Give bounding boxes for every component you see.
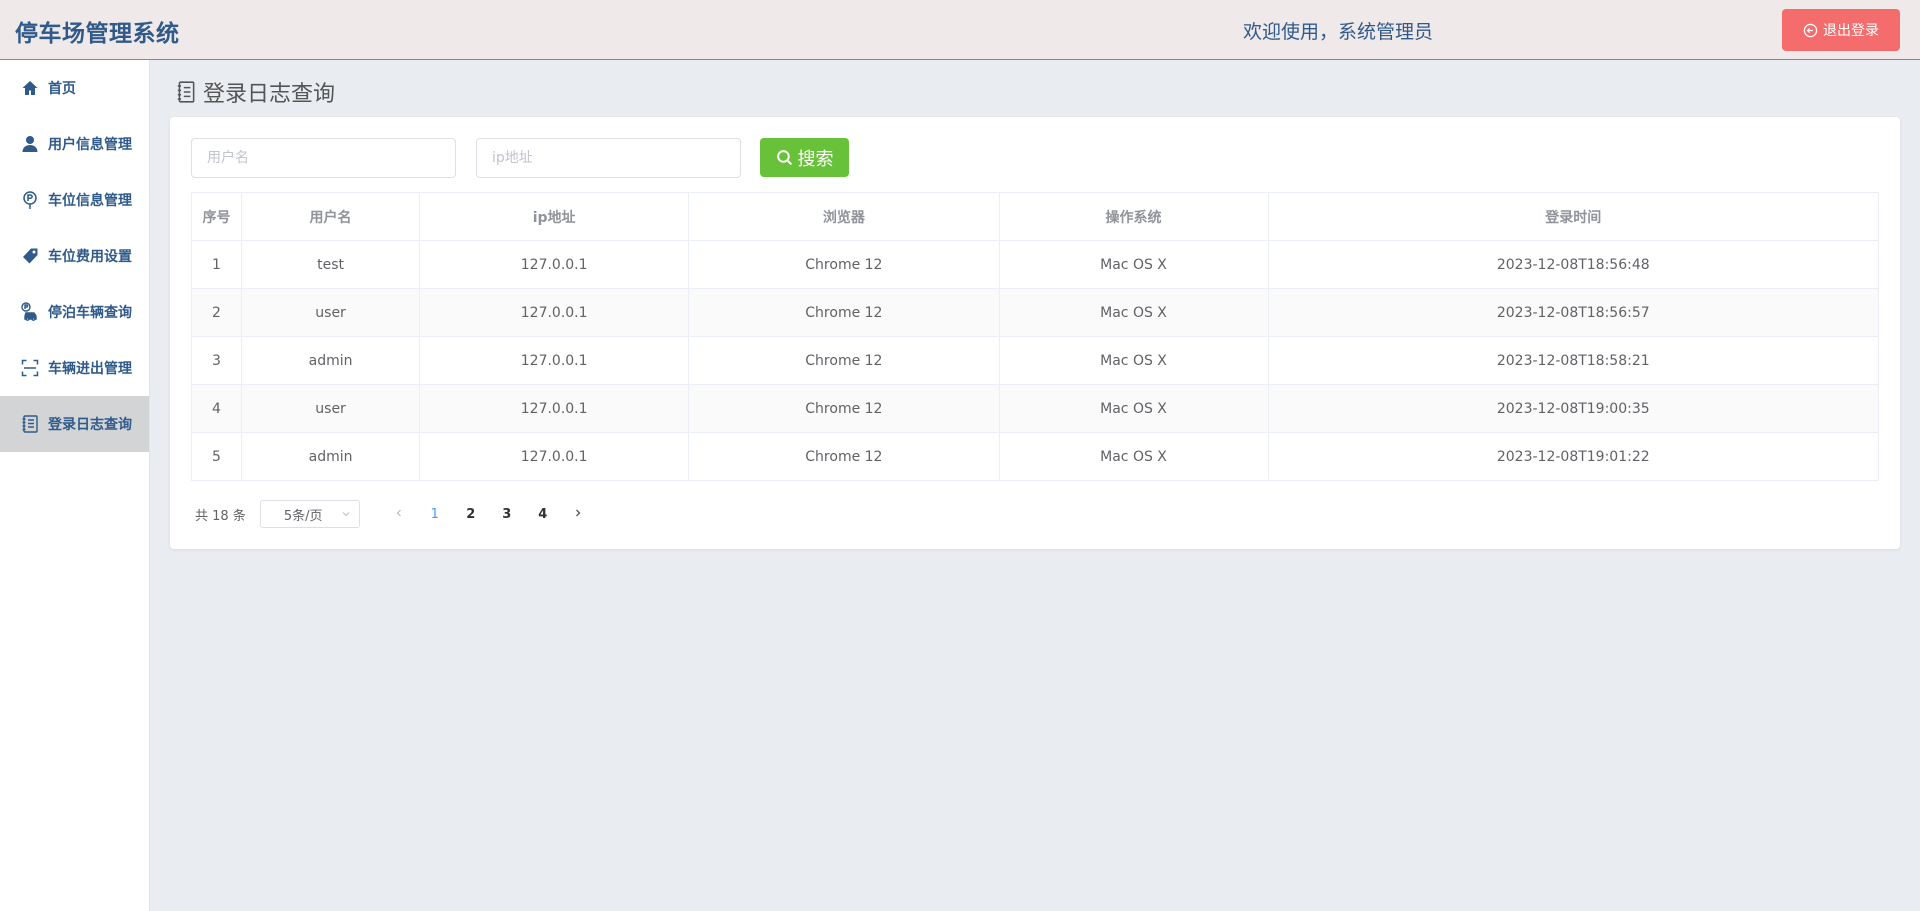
cell-login-time: 2023-12-08T19:01:22	[1267, 432, 1880, 481]
sidebar-item-home[interactable]: 首页	[0, 60, 149, 116]
cell-username: admin	[240, 432, 421, 481]
next-page-button[interactable]	[561, 506, 596, 522]
username-search-input[interactable]	[191, 138, 456, 178]
home-icon	[22, 81, 38, 95]
column-header-os[interactable]: 操作系统	[998, 192, 1269, 241]
sidebar-item-parking-space-management[interactable]: 车位信息管理	[0, 172, 149, 228]
sidebar-item-parked-vehicles[interactable]: 停泊车辆查询	[0, 284, 149, 340]
parked-car-icon	[21, 302, 37, 321]
column-header-ip[interactable]: ip地址	[419, 192, 690, 241]
page-size-value: 5条/页	[283, 508, 323, 524]
table-header-row: 序号 用户名 ip地址 浏览器 操作系统 登录时间	[191, 192, 1880, 241]
cell-ip: 127.0.0.1	[419, 288, 690, 337]
cell-login-time: 2023-12-08T18:56:48	[1267, 240, 1880, 289]
cell-os: Mac OS X	[998, 384, 1269, 433]
cell-index: 4	[191, 384, 242, 433]
cell-ip: 127.0.0.1	[419, 432, 690, 481]
cell-ip: 127.0.0.1	[419, 384, 690, 433]
price-tag-icon	[23, 248, 38, 264]
page-number-4[interactable]: 4	[525, 507, 561, 522]
table-row[interactable]: 4 user 127.0.0.1 Chrome 12 Mac OS X 2023…	[191, 384, 1880, 433]
cell-index: 1	[191, 240, 242, 289]
cell-index: 3	[191, 336, 242, 385]
welcome-text: 欢迎使用，系统管理员	[1243, 21, 1434, 43]
sidebar-item-fee-settings[interactable]: 车位费用设置	[0, 228, 149, 284]
cell-os: Mac OS X	[998, 336, 1269, 385]
cell-os: Mac OS X	[998, 240, 1269, 289]
cell-browser: Chrome 12	[688, 384, 1000, 433]
sidebar-item-vehicle-entry-exit[interactable]: 车辆进出管理	[0, 340, 149, 396]
cell-index: 5	[191, 432, 242, 481]
page-size-select[interactable]: 5条/页	[259, 500, 360, 528]
logout-button[interactable]: 退出登录	[1782, 9, 1900, 51]
page-title: 登录日志查询	[175, 76, 335, 108]
sidebar-item-label: 车辆进出管理	[48, 361, 132, 377]
cell-browser: Chrome 12	[688, 240, 1000, 289]
page-title-text: 登录日志查询	[203, 82, 336, 107]
search-button-label: 搜索	[797, 148, 834, 170]
column-header-username[interactable]: 用户名	[240, 192, 421, 241]
sidebar-item-label: 首页	[48, 81, 76, 97]
scan-icon	[21, 359, 39, 377]
notebook-icon	[22, 415, 38, 433]
sidebar-item-label: 车位费用设置	[48, 249, 132, 265]
cell-os: Mac OS X	[998, 432, 1269, 481]
page-number-1[interactable]: 1	[417, 507, 453, 522]
chevron-left-icon	[396, 509, 402, 517]
cell-login-time: 2023-12-08T19:00:35	[1267, 384, 1880, 433]
sidebar-item-login-logs[interactable]: 登录日志查询	[0, 396, 149, 452]
content-card: 搜索 序号 用户名 ip地址 浏览器 操作系统 登录时间 1 test 127.…	[170, 117, 1900, 549]
prev-page-button[interactable]	[382, 506, 417, 522]
page-number-3[interactable]: 3	[489, 507, 525, 522]
cell-username: user	[240, 288, 421, 337]
cell-username: user	[240, 384, 421, 433]
sidebar-item-user-management[interactable]: 用户信息管理	[0, 116, 149, 172]
top-header: 停车场管理系统 欢迎使用，系统管理员 退出登录	[0, 0, 1920, 60]
cell-os: Mac OS X	[998, 288, 1269, 337]
cell-username: test	[240, 240, 421, 289]
column-header-browser[interactable]: 浏览器	[688, 192, 1000, 241]
app-title: 停车场管理系统	[15, 21, 180, 47]
cell-index: 2	[191, 288, 242, 337]
chevron-right-icon	[576, 509, 581, 517]
chevron-down-icon	[342, 512, 350, 517]
table-row[interactable]: 2 user 127.0.0.1 Chrome 12 Mac OS X 2023…	[191, 288, 1880, 337]
cell-login-time: 2023-12-08T18:56:57	[1267, 288, 1880, 337]
parking-icon	[23, 191, 37, 209]
page-number-2[interactable]: 2	[453, 507, 489, 522]
cell-username: admin	[240, 336, 421, 385]
pagination-total: 共 18 条	[195, 508, 246, 524]
logout-label: 退出登录	[1823, 23, 1879, 39]
cell-ip: 127.0.0.1	[419, 336, 690, 385]
sidebar: 首页 用户信息管理 车位信息管理 车位费用设置 停泊车辆查询 车辆进出管理 登录…	[0, 60, 150, 911]
cell-ip: 127.0.0.1	[419, 240, 690, 289]
logout-icon	[1803, 23, 1818, 37]
sidebar-item-label: 车位信息管理	[48, 193, 132, 209]
column-header-login-time[interactable]: 登录时间	[1267, 192, 1880, 241]
search-icon	[776, 150, 792, 166]
login-log-table: 序号 用户名 ip地址 浏览器 操作系统 登录时间 1 test 127.0.0…	[191, 192, 1880, 481]
table-row[interactable]: 3 admin 127.0.0.1 Chrome 12 Mac OS X 202…	[191, 336, 1880, 385]
table-row[interactable]: 5 admin 127.0.0.1 Chrome 12 Mac OS X 202…	[191, 432, 1880, 481]
cell-browser: Chrome 12	[688, 336, 1000, 385]
cell-browser: Chrome 12	[688, 288, 1000, 337]
pagination: 共 18 条 5条/页 1 2 3 4	[195, 500, 596, 528]
table-row[interactable]: 1 test 127.0.0.1 Chrome 12 Mac OS X 2023…	[191, 240, 1880, 289]
column-header-index[interactable]: 序号	[191, 192, 242, 241]
user-icon	[22, 136, 38, 152]
ip-search-input[interactable]	[476, 138, 741, 178]
sidebar-item-label: 登录日志查询	[48, 417, 132, 433]
sidebar-item-label: 停泊车辆查询	[48, 305, 132, 321]
search-button[interactable]: 搜索	[760, 138, 849, 177]
notebook-icon	[177, 81, 195, 103]
cell-browser: Chrome 12	[688, 432, 1000, 481]
cell-login-time: 2023-12-08T18:58:21	[1267, 336, 1880, 385]
sidebar-item-label: 用户信息管理	[48, 137, 132, 153]
